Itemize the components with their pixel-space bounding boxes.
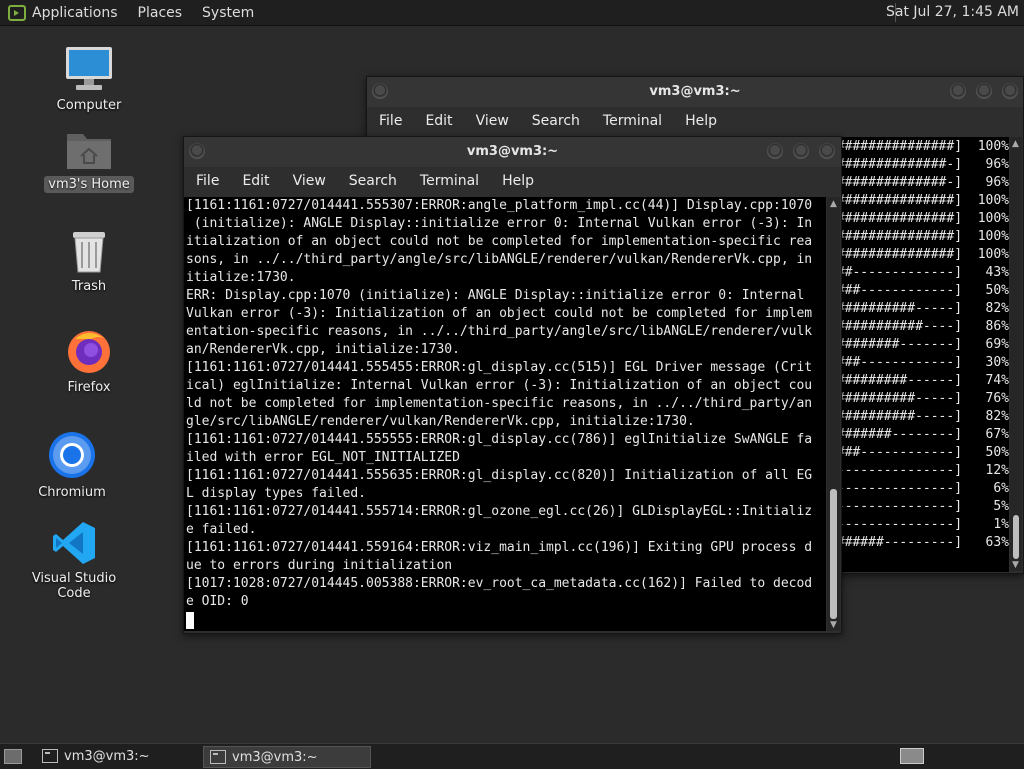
terminal-line: ld not be completed for implementation-s… [186, 396, 813, 411]
menu-applications[interactable]: Applications [32, 5, 118, 21]
terminal-line: e failed. [186, 522, 257, 537]
taskbar-button-active[interactable]: vm3@vm3:~ [203, 746, 371, 768]
desktop-icon-label: Visual Studio Code [31, 571, 117, 601]
terminal-line: (initialize): ANGLE Display::initialize … [186, 216, 813, 231]
desktop-icon-trash[interactable]: Trash [34, 228, 144, 295]
scroll-thumb[interactable] [1013, 515, 1019, 559]
desktop-icon-label: vm3's Home [44, 176, 134, 193]
maximize-icon[interactable] [793, 143, 809, 159]
menu-edit[interactable]: Edit [242, 173, 269, 189]
terminal-line: Vulkan error (-3): Initialization of an … [186, 306, 813, 321]
scrollbar[interactable]: ▲ ▼ [1010, 137, 1022, 571]
scroll-down-icon[interactable]: ▼ [830, 621, 837, 630]
terminal-line: entation-specific reasons, in ../../thir… [186, 324, 813, 339]
scroll-up-icon[interactable]: ▲ [1012, 140, 1019, 149]
terminal-line: ue to errors during initialization [186, 558, 453, 573]
terminal-line: an/RendererVk.cpp, initialize:1730. [186, 342, 460, 357]
taskbar-button[interactable]: vm3@vm3:~ [36, 746, 196, 766]
home-folder-icon [67, 134, 111, 169]
desktop-icon-chromium[interactable]: Chromium [17, 430, 127, 501]
terminal-line: L display types failed. [186, 486, 367, 501]
terminal-output[interactable]: [1161:1161:0727/014441.555307:ERROR:angl… [184, 197, 826, 631]
desktop-icon-firefox[interactable]: Firefox [34, 327, 144, 396]
trash-icon [73, 232, 105, 273]
firefox-icon [68, 331, 110, 373]
terminal-line: [1161:1161:0727/014441.555455:ERROR:gl_d… [186, 360, 813, 375]
distro-logo-icon[interactable] [8, 4, 26, 22]
menu-file[interactable]: File [379, 113, 402, 129]
terminal-line: ical) eglInitialize: Internal Vulkan err… [186, 378, 813, 393]
window-titlebar[interactable]: vm3@vm3:~ [184, 137, 841, 167]
bottom-panel: vm3@vm3:~ vm3@vm3:~ [0, 743, 1024, 769]
scroll-up-icon[interactable]: ▲ [830, 200, 837, 209]
chromium-icon [49, 432, 95, 478]
vscode-icon [53, 522, 95, 564]
taskbar-label: vm3@vm3:~ [64, 748, 150, 764]
scroll-thumb[interactable] [830, 489, 837, 619]
menu-help[interactable]: Help [502, 173, 534, 189]
terminal-line: itialize:1730. [186, 270, 296, 285]
desktop-icon-computer[interactable]: Computer [34, 45, 144, 114]
desktop-icon-label: Trash [71, 279, 107, 294]
maximize-icon[interactable] [976, 83, 992, 99]
terminal-line: iled with error EGL_NOT_INITIALIZED [186, 450, 460, 465]
menu-places[interactable]: Places [138, 5, 183, 21]
desktop-icon-label: Chromium [38, 485, 106, 500]
menubar: File Edit View Search Terminal Help [184, 167, 841, 195]
minimize-icon[interactable] [950, 83, 966, 99]
main-menu: Applications Places System [0, 4, 274, 22]
menu-edit[interactable]: Edit [425, 113, 452, 129]
terminal-line: itialization of an object could not be c… [186, 234, 813, 249]
desktop-icon-label: Computer [56, 98, 122, 113]
terminal-icon [210, 750, 226, 764]
menu-search[interactable]: Search [532, 113, 580, 129]
terminal-line: [1161:1161:0727/014441.559164:ERROR:viz_… [186, 540, 813, 555]
terminal-line: gle/src/libANGLE/renderer/vulkan/Rendere… [186, 414, 695, 429]
terminal-line: [1017:1028:0727/014445.005388:ERROR:ev_r… [186, 576, 813, 591]
minimize-icon[interactable] [767, 143, 783, 159]
computer-icon [66, 47, 112, 90]
desktop-icon-home[interactable]: vm3's Home [34, 128, 144, 193]
terminal-line: e OID: 0 [186, 594, 249, 609]
workspace-switcher-icon[interactable] [900, 748, 924, 764]
window-titlebar[interactable]: vm3@vm3:~ [367, 77, 1023, 107]
menu-view[interactable]: View [476, 113, 509, 129]
terminal-cursor [186, 612, 194, 629]
menu-system[interactable]: System [202, 5, 254, 21]
desktop-icon-vscode[interactable]: Visual Studio Code [19, 520, 129, 602]
terminal-line: sons, in ../../third_party/angle/src/lib… [186, 252, 813, 267]
terminal-line: [1161:1161:0727/014441.555635:ERROR:gl_d… [186, 468, 813, 483]
menu-search[interactable]: Search [349, 173, 397, 189]
window-title: vm3@vm3:~ [466, 144, 559, 159]
close-icon[interactable] [819, 143, 835, 159]
terminal-line: [1161:1161:0727/014441.555555:ERROR:gl_d… [186, 432, 813, 447]
menu-terminal[interactable]: Terminal [603, 113, 662, 129]
window-title: vm3@vm3:~ [649, 84, 741, 99]
terminal-line: [1161:1161:0727/014441.555714:ERROR:gl_o… [186, 504, 813, 519]
desktop-icon-label: Firefox [67, 380, 111, 395]
menu-view[interactable]: View [293, 173, 326, 189]
terminal-window-front[interactable]: vm3@vm3:~ File Edit View Search Terminal… [183, 136, 842, 634]
menu-file[interactable]: File [196, 173, 219, 189]
show-desktop-icon[interactable] [4, 749, 22, 764]
menu-terminal[interactable]: Terminal [420, 173, 479, 189]
clock[interactable]: Sat Jul 27, 1:45 AM [886, 4, 1019, 20]
close-icon[interactable] [1002, 83, 1018, 99]
menubar: File Edit View Search Terminal Help [367, 107, 1023, 135]
top-panel: Applications Places System Sat Jul 27, 1… [0, 0, 1024, 26]
taskbar-label: vm3@vm3:~ [232, 749, 318, 765]
terminal-icon [42, 749, 58, 763]
scroll-down-icon[interactable]: ▼ [1012, 561, 1019, 570]
terminal-line: [1161:1161:0727/014441.555307:ERROR:angl… [186, 198, 813, 213]
terminal-line: ERR: Display.cpp:1070 (initialize): ANGL… [186, 288, 805, 303]
menu-help[interactable]: Help [685, 113, 717, 129]
scrollbar[interactable]: ▲ ▼ [827, 197, 840, 631]
